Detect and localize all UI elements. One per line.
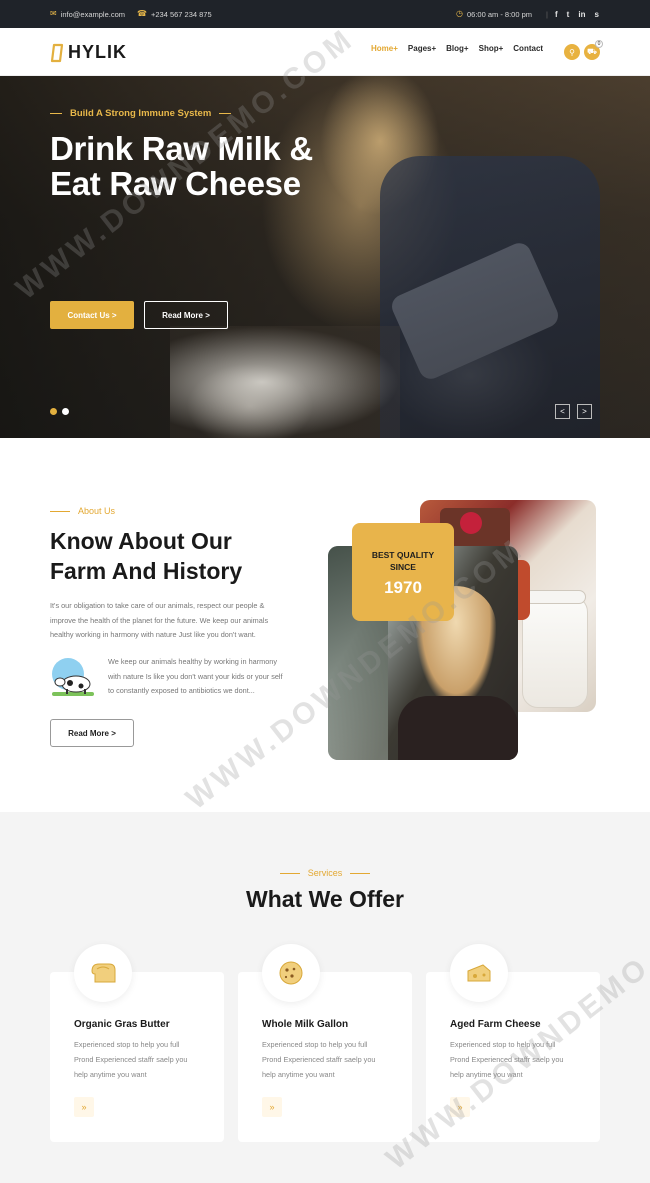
hero-title-line1: Drink Raw Milk & <box>50 130 313 167</box>
about-tag: About Us <box>50 506 115 516</box>
clock-icon: ◷ <box>456 9 463 18</box>
services-title: What We Offer <box>245 886 405 912</box>
cheese-icon <box>450 944 508 1002</box>
hero-read-more-button[interactable]: Read More > <box>144 301 228 329</box>
badge-line1: BEST QUALITY <box>371 550 435 560</box>
about-title-line1: Know About Our <box>50 528 232 554</box>
slider-prev-button[interactable]: < <box>555 404 570 419</box>
about-para2-line3: to constantly exposed to antibiotics we … <box>108 686 255 695</box>
twitter-icon[interactable]: t <box>567 10 570 19</box>
about-title-line2: Farm And History <box>50 558 243 584</box>
topbar-divider: | <box>546 9 548 19</box>
service-title-1[interactable]: Organic Gras Butter <box>74 1019 170 1030</box>
site-header: HYLIK Home+ Pages+ Blog+ Shop+ Contact ⚲… <box>0 28 650 76</box>
services-tag-text: Services <box>307 868 343 878</box>
service-desc-3-line1: Experienced stop to help you full <box>450 1040 556 1049</box>
topbar-email[interactable]: ✉ info@example.com <box>50 0 125 28</box>
service-desc-1-line3: help anytime you want <box>74 1070 147 1079</box>
about-para2-line1: We keep our animals healthy by working i… <box>108 657 277 666</box>
phone-icon: ☎ <box>137 9 147 18</box>
search-icon: ⚲ <box>569 47 575 57</box>
linkedin-icon[interactable]: in <box>578 10 585 19</box>
facebook-icon[interactable]: f <box>555 10 558 19</box>
about-para1-line2: improve the health of the planet for the… <box>50 615 269 625</box>
about-paragraph: It's our obligation to take care of our … <box>50 599 310 643</box>
hero-title-line2: Eat Raw Cheese <box>50 165 301 202</box>
skype-icon[interactable]: s <box>594 10 598 19</box>
cart-count-badge: 0 <box>595 40 603 48</box>
service-desc-1: Experienced stop to help you full Prond … <box>74 1037 214 1082</box>
service-desc-2: Experienced stop to help you full Prond … <box>262 1037 402 1082</box>
nav-pages[interactable]: Pages+ <box>408 44 436 53</box>
logo-text: HYLIK <box>68 42 127 62</box>
service-desc-2-line3: help anytime you want <box>262 1070 335 1079</box>
nav-shop[interactable]: Shop+ <box>479 44 504 53</box>
about-para1-line3: healthy working in harmony with nature J… <box>50 630 256 639</box>
nav-home[interactable]: Home+ <box>371 44 398 53</box>
about-feature-text: We keep our animals healthy by working i… <box>108 655 308 699</box>
service-desc-3-line3: help anytime you want <box>450 1070 523 1079</box>
topbar-phone-text: +234 567 234 875 <box>150 9 212 19</box>
cart-icon: ⛟ <box>586 47 598 56</box>
service-desc-2-line1: Experienced stop to help you full <box>262 1040 368 1049</box>
cow-illustration-icon <box>50 656 96 700</box>
about-title: Know About Our Farm And History <box>50 526 290 586</box>
about-tag-text: About Us <box>78 506 116 516</box>
hero-photo-calf <box>170 326 400 438</box>
service-go-button-3[interactable]: » <box>450 1097 470 1117</box>
hero-title: Drink Raw Milk & Eat Raw Cheese <box>50 131 350 201</box>
about-read-more-button[interactable]: Read More > <box>50 719 134 747</box>
slider-dot-2[interactable] <box>62 408 69 415</box>
hero-subtitle-text: Build A Strong Immune System <box>70 108 212 119</box>
badge-line2: SINCE <box>390 562 416 572</box>
best-quality-badge: BEST QUALITY SINCE 1970 <box>352 523 454 621</box>
main-nav: Home+ Pages+ Blog+ Shop+ Contact <box>371 44 543 53</box>
nav-contact[interactable]: Contact <box>513 44 543 53</box>
topbar-hours-text: 06:00 am - 8:00 pm <box>466 9 533 19</box>
service-title-2[interactable]: Whole Milk Gallon <box>262 1019 348 1030</box>
hero-subtitle: Build A Strong Immune System <box>50 108 232 119</box>
bread-icon <box>74 944 132 1002</box>
service-go-button-1[interactable]: » <box>74 1097 94 1117</box>
cart-button[interactable]: ⛟ 0 <box>584 40 603 60</box>
topbar-email-text: info@example.com <box>60 9 126 19</box>
envelope-icon: ✉ <box>50 9 57 18</box>
milk-drop-logo-icon <box>50 43 64 62</box>
nav-blog[interactable]: Blog+ <box>446 44 468 53</box>
hero-photo-shirt <box>380 156 600 438</box>
topbar-hours: ◷ 06:00 am - 8:00 pm <box>456 0 532 28</box>
slider-next-button[interactable]: > <box>577 404 592 419</box>
service-go-button-2[interactable]: » <box>262 1097 282 1117</box>
service-desc-3: Experienced stop to help you full Prond … <box>450 1037 590 1082</box>
service-title-3[interactable]: Aged Farm Cheese <box>450 1019 541 1030</box>
social-links: f t in s <box>555 10 599 19</box>
topbar-phone[interactable]: ☎ +234 567 234 875 <box>137 0 212 28</box>
badge-year: 1970 <box>384 578 422 597</box>
services-tag: Services <box>0 868 650 878</box>
service-desc-3-line2: Prond Experienced staffr saelp you <box>450 1055 564 1064</box>
cookie-icon <box>262 944 320 1002</box>
search-button[interactable]: ⚲ <box>564 44 580 60</box>
about-para2-line2: with nature Is like you don't want your … <box>108 671 283 681</box>
logo[interactable]: HYLIK <box>50 42 127 63</box>
service-desc-2-line2: Prond Experienced staffr saelp you <box>262 1055 376 1064</box>
service-desc-1-line2: Prond Experienced staffr saelp you <box>74 1055 188 1064</box>
slider-dot-1[interactable] <box>50 408 57 415</box>
top-bar: ✉ info@example.com ☎ +234 567 234 875 ◷ … <box>0 0 650 28</box>
contact-us-button[interactable]: Contact Us > <box>50 301 134 329</box>
service-desc-1-line1: Experienced stop to help you full <box>74 1040 180 1049</box>
about-para1-line1: It's our obligation to take care of our … <box>50 601 265 610</box>
